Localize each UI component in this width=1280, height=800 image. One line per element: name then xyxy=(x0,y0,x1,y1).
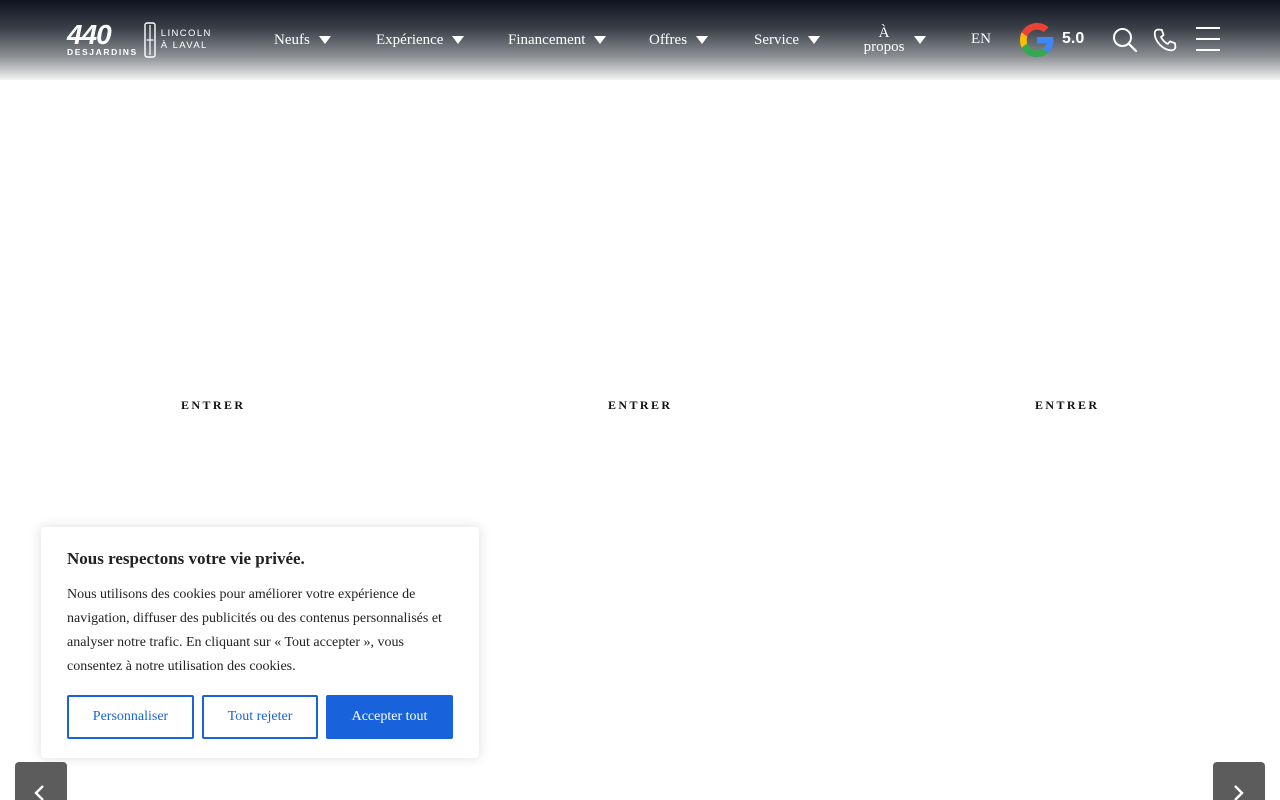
logo-wordmark: 440 DESJARDINS xyxy=(67,18,138,58)
lincoln-star-icon xyxy=(144,22,156,58)
nav-label: Financement xyxy=(508,31,586,48)
phone-icon[interactable] xyxy=(1151,26,1179,54)
logo-line1: LINCOLN xyxy=(160,28,212,39)
logo-number: 440 xyxy=(67,18,112,50)
customize-button[interactable]: Personnaliser xyxy=(67,695,194,739)
panel-enter-link[interactable]: ENTRER xyxy=(1035,398,1099,413)
nav-label: Neufs xyxy=(274,31,310,48)
language-toggle[interactable]: EN xyxy=(971,31,991,48)
dealer-logo[interactable]: 440 DESJARDINS LINCOLN À LAVAL xyxy=(67,20,222,60)
search-icon[interactable] xyxy=(1111,26,1139,54)
google-icon[interactable] xyxy=(1017,20,1057,60)
nav-label: Expérience xyxy=(376,31,444,48)
reject-all-button[interactable]: Tout rejeter xyxy=(202,695,318,739)
nav-neufs[interactable]: Neufs xyxy=(274,0,331,80)
caret-down-icon xyxy=(594,36,607,44)
site-header: 440 DESJARDINS LINCOLN À LAVAL Neufs Exp… xyxy=(0,0,1280,80)
nav-a-propos[interactable]: À propos xyxy=(863,0,926,80)
caret-down-icon xyxy=(914,36,926,44)
logo-line2: À LAVAL xyxy=(160,40,208,51)
cookie-description: Nous utilisons des cookies pour améliore… xyxy=(67,587,442,674)
logo-subtitle: DESJARDINS xyxy=(67,46,138,57)
caret-down-icon xyxy=(452,36,465,44)
logo-brand: LINCOLN À LAVAL xyxy=(161,28,212,52)
nav-service[interactable]: Service xyxy=(754,0,820,80)
carousel-prev-button[interactable] xyxy=(15,762,67,800)
carousel-next-button[interactable] xyxy=(1213,762,1265,800)
caret-down-icon xyxy=(807,36,820,44)
chevron-right-icon xyxy=(1234,785,1244,800)
panel-enter-link[interactable]: ENTRER xyxy=(608,398,672,413)
caret-down-icon xyxy=(318,36,331,44)
cookie-title: Nous respectons votre vie privée. xyxy=(67,549,305,568)
chevron-left-icon xyxy=(34,785,44,800)
nav-financement[interactable]: Financement xyxy=(508,0,607,80)
nav-offres[interactable]: Offres xyxy=(649,0,709,80)
accept-all-button[interactable]: Accepter tout xyxy=(326,695,453,739)
caret-down-icon xyxy=(696,36,709,44)
cookie-consent-banner: Nous respectons votre vie privée. Nous u… xyxy=(41,527,479,758)
panel-enter-link[interactable]: ENTRER xyxy=(181,398,245,413)
menu-icon[interactable] xyxy=(1194,26,1222,54)
nav-experience[interactable]: Expérience xyxy=(376,0,465,80)
nav-label: À propos xyxy=(863,25,905,55)
nav-label: Offres xyxy=(649,31,688,48)
nav-label: Service xyxy=(754,31,799,48)
google-rating: 5.0 xyxy=(1062,30,1085,47)
